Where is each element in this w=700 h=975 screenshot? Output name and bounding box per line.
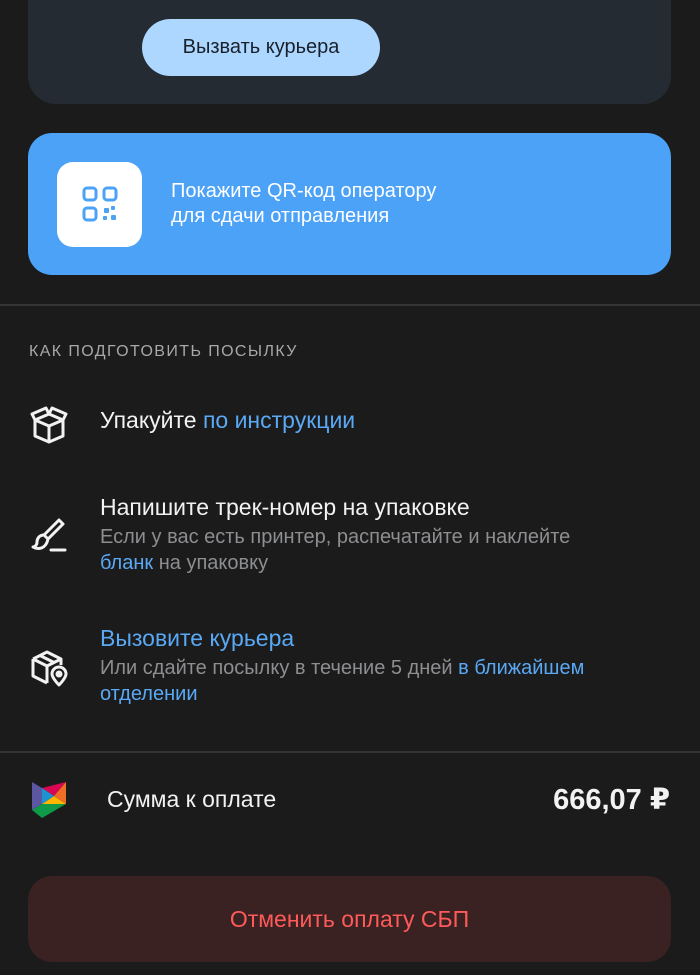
call-courier-button[interactable]: Вызвать курьера <box>142 19 380 76</box>
call-courier-link[interactable]: Вызовите курьера <box>100 625 294 651</box>
divider <box>0 304 700 306</box>
qr-card-line1: Покажите QR-код оператору <box>171 180 437 202</box>
box-icon <box>29 405 69 445</box>
step-track-number-title: Напишите трек-номер на упаковке <box>100 494 470 520</box>
step-pack-body: Упакуйте по инструкции <box>100 405 670 435</box>
step-track-number-body: Напишите трек-номер на упаковке Если у в… <box>100 492 670 576</box>
qr-code-card[interactable]: Покажите QR-код оператору для сдачи отпр… <box>28 133 671 275</box>
blank-form-link[interactable]: бланк <box>100 552 153 574</box>
step-courier-sub-text: Или сдайте посылку в течение 5 дней <box>100 657 459 679</box>
box-location-icon <box>29 647 69 687</box>
qr-card-text: Покажите QR-код оператору для сдачи отпр… <box>171 179 436 229</box>
step-pack-title-text: Упакуйте <box>100 407 203 433</box>
section-title: КАК ПОДГОТОВИТЬ ПОСЫЛКУ <box>29 343 298 360</box>
instructions-link[interactable]: по инструкции <box>203 407 355 433</box>
payment-amount: 666,07 ₽ <box>553 784 670 816</box>
step-track-number-sub-suffix: на упаковку <box>153 552 269 574</box>
step-pack-title: Упакуйте по инструкции <box>100 405 670 435</box>
step-courier-title: Вызовите курьера <box>100 623 670 653</box>
payment-row: Сумма к оплате 666,07 ₽ <box>0 770 700 834</box>
sbp-logo-icon <box>30 778 70 822</box>
step-track-number-sub-text: Если у вас есть принтер, распечатайте и … <box>100 526 571 548</box>
screen: Вызвать курьера Покажите QR-код оператор… <box>0 0 700 975</box>
step-track-number-sub: Если у вас есть принтер, распечатайте и … <box>100 524 670 576</box>
cancel-sbp-payment-button[interactable]: Отменить оплату СБП <box>28 876 671 962</box>
divider <box>0 751 700 753</box>
payment-label: Сумма к оплате <box>107 786 277 812</box>
qr-code-icon <box>57 161 142 247</box>
courier-card: Вызвать курьера <box>28 0 671 104</box>
brush-icon <box>29 516 69 556</box>
qr-card-line2: для сдачи отправления <box>171 205 390 227</box>
step-courier-body: Вызовите курьера Или сдайте посылку в те… <box>100 623 670 707</box>
step-courier-sub: Или сдайте посылку в течение 5 дней в бл… <box>100 655 670 707</box>
